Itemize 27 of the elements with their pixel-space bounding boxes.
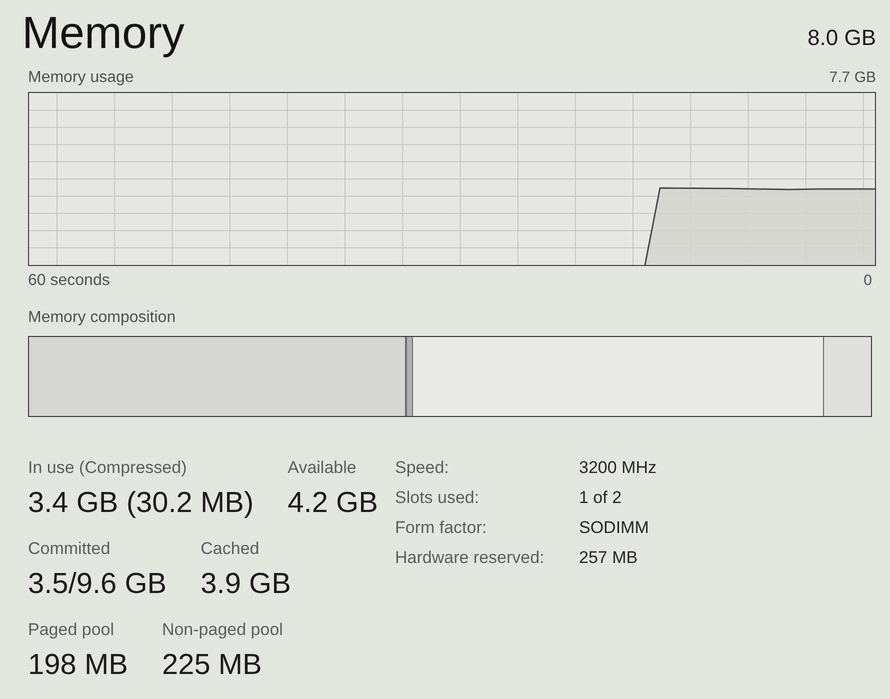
detail-value: 1 of 2 [579,487,623,509]
stat-label: Available [288,457,358,479]
total-capacity: 8.0 GB [808,25,876,51]
stat-label: Committed [28,538,112,560]
time-axis-end-label: 0 [864,271,873,291]
stat-value: 3.5/9.6 GB [28,567,167,602]
composition-title: Memory composition [28,309,176,326]
stat-value: 198 MB [28,648,128,683]
stat-label: Non-paged pool [162,619,283,641]
detail-value: 257 MB [579,547,639,569]
stat-value: 3.4 GB (30.2 MB) [28,486,254,521]
detail-value: SODIMM [579,517,650,539]
time-axis-label: 60 seconds [28,271,110,291]
stat-value: 3.9 GB [200,567,291,602]
stat-value: 4.2 GB [288,486,378,521]
detail-label: Form factor: [395,517,488,539]
detail-label: Slots used: [395,487,480,509]
stat-label: Cached [200,538,260,560]
detail-label: Hardware reserved: [395,547,546,569]
detail-label: Speed: [395,457,450,479]
section-title: Memory [22,10,185,55]
stat-label: Paged pool [28,619,116,641]
stat-label: In use (Compressed) [28,457,188,479]
detail-value: 3200 MHz [579,457,656,479]
graph-max-label: 7.7 GB [829,68,876,88]
stat-value: 225 MB [162,648,263,683]
graph-title: Memory usage [28,68,134,88]
